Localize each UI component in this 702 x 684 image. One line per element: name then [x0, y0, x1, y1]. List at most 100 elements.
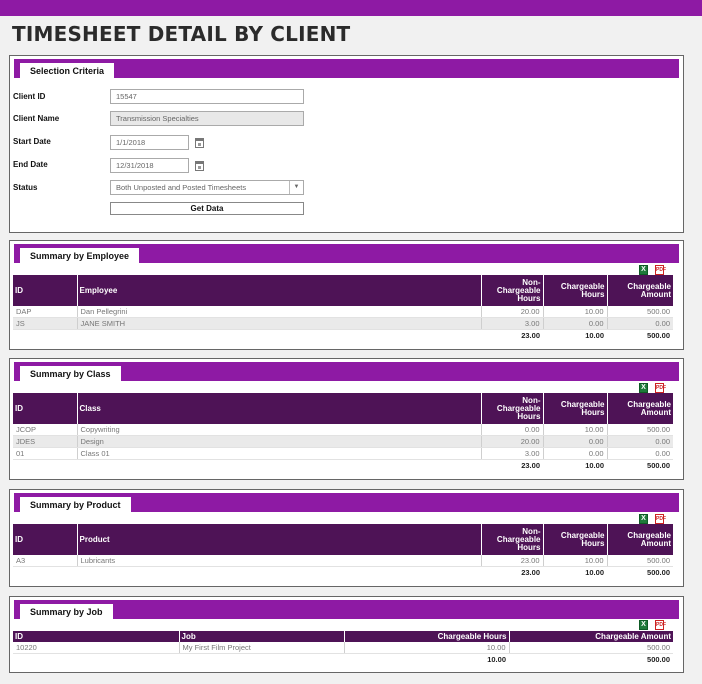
cell-chargeable-hours: 10.00: [543, 306, 608, 318]
cell-employee: JANE SMITH: [77, 317, 482, 330]
status-label: Status: [13, 183, 38, 192]
total-chargeable-amount: 500.00: [607, 566, 673, 578]
column-header-id: ID: [13, 524, 78, 555]
cell-job: My First Film Project: [179, 642, 345, 654]
table-row: DAP Dan Pellegrini 20.00 10.00 500.00: [13, 306, 673, 318]
column-header-chargeable-hours: Chargeable Hours: [543, 393, 608, 424]
cell-id: JCOP: [13, 424, 78, 436]
total-chargeable-hours: 10.00: [543, 566, 607, 578]
page-title: TIMESHEET DETAIL BY CLIENT: [12, 22, 351, 46]
start-date-input[interactable]: 1/1/2018: [110, 135, 189, 150]
table-row: 10220 My First Film Project 10.00 500.00: [13, 642, 673, 654]
cell-chargeable-amount: 0.00: [607, 317, 673, 330]
cell-chargeable-hours: 10.00: [543, 555, 608, 567]
status-select[interactable]: Both Unposted and Posted Timesheets ▼: [110, 180, 304, 195]
cell-id: JDES: [13, 435, 78, 448]
table-row: JCOP Copywriting 0.00 10.00 500.00: [13, 424, 673, 436]
client-name-label: Client Name: [13, 114, 60, 123]
total-chargeable-hours: 10.00: [543, 329, 607, 341]
chevron-down-icon[interactable]: ▼: [289, 181, 303, 194]
column-header-non-chargeable-hours: Non-Chargeable Hours: [481, 275, 544, 306]
status-selected-value: Both Unposted and Posted Timesheets: [116, 183, 247, 192]
start-date-label: Start Date: [13, 137, 51, 146]
total-chargeable-amount: 500.00: [607, 329, 673, 341]
class-table: ID Class Non-Chargeable Hours Chargeable…: [13, 393, 673, 471]
excel-export-icon[interactable]: X: [639, 620, 648, 630]
totals-row: 23.00 10.00 500.00: [13, 329, 673, 341]
cell-chargeable-amount: 500.00: [607, 555, 673, 567]
column-header-chargeable-hours: Chargeable Hours: [543, 275, 608, 306]
column-header-non-chargeable-hours: Non-Chargeable Hours: [481, 393, 544, 424]
get-data-button[interactable]: Get Data: [110, 202, 304, 215]
cell-non-chargeable-hours: 20.00: [481, 435, 544, 448]
export-icons: X PDF: [639, 620, 669, 631]
column-header-class: Class: [77, 393, 482, 424]
total-chargeable-amount: 500.00: [607, 459, 673, 471]
job-table: ID Job Chargeable Hours Chargeable Amoun…: [13, 631, 673, 665]
column-header-id: ID: [13, 275, 78, 306]
end-date-label: End Date: [13, 160, 48, 169]
cell-non-chargeable-hours: 23.00: [481, 555, 544, 567]
selection-criteria-panel: Selection Criteria Client ID 15547 Clien…: [9, 55, 684, 233]
column-header-chargeable-amount: Chargeable Amount: [607, 524, 673, 555]
column-header-product: Product: [77, 524, 482, 555]
tab-summary-by-job[interactable]: Summary by Job: [19, 603, 114, 619]
table-row: A3 Lubricants 23.00 10.00 500.00: [13, 555, 673, 567]
top-accent-bar: [0, 0, 702, 16]
end-date-input[interactable]: 12/31/2018: [110, 158, 189, 173]
panel-header-bar: Summary by Product: [14, 493, 679, 512]
table-row: JDES Design 20.00 0.00 0.00: [13, 435, 673, 448]
cell-non-chargeable-hours: 3.00: [481, 447, 544, 460]
client-name-field: Transmission Specialties: [110, 111, 304, 126]
total-non-chargeable-hours: 23.00: [481, 459, 543, 471]
panel-header-bar: Summary by Class: [14, 362, 679, 381]
cell-chargeable-amount: 500.00: [607, 424, 673, 436]
cell-employee: Dan Pellegrini: [77, 306, 482, 318]
summary-by-job-panel: Summary by Job X PDF ID Job Chargeable H…: [9, 596, 684, 673]
column-header-chargeable-hours: Chargeable Hours: [543, 524, 608, 555]
column-header-chargeable-amount: Chargeable Amount: [509, 631, 673, 642]
cell-id: 10220: [13, 642, 180, 654]
excel-export-icon[interactable]: X: [639, 514, 648, 524]
column-header-chargeable-amount: Chargeable Amount: [607, 275, 673, 306]
column-header-job: Job: [179, 631, 345, 642]
column-header-id: ID: [13, 631, 180, 642]
client-id-input[interactable]: 15547: [110, 89, 304, 104]
product-table: ID Product Non-Chargeable Hours Chargeab…: [13, 524, 673, 578]
panel-header-bar: Summary by Employee: [14, 244, 679, 263]
cell-id: A3: [13, 555, 78, 567]
end-date-calendar-icon[interactable]: [195, 161, 204, 171]
tab-summary-by-class[interactable]: Summary by Class: [19, 365, 122, 381]
cell-chargeable-hours: 0.00: [543, 447, 608, 460]
totals-row: 23.00 10.00 500.00: [13, 566, 673, 578]
tab-summary-by-employee[interactable]: Summary by Employee: [19, 247, 141, 263]
totals-row: 23.00 10.00 500.00: [13, 459, 673, 471]
pdf-export-icon[interactable]: PDF: [655, 383, 666, 393]
table-row: JS JANE SMITH 3.00 0.00 0.00: [13, 317, 673, 330]
total-chargeable-amount: 500.00: [509, 653, 673, 665]
cell-non-chargeable-hours: 20.00: [481, 306, 544, 318]
total-chargeable-hours: 10.00: [344, 653, 509, 665]
pdf-export-icon[interactable]: PDF: [655, 620, 666, 630]
start-date-calendar-icon[interactable]: [195, 138, 204, 148]
pdf-export-icon[interactable]: PDF: [655, 514, 666, 524]
summary-by-employee-panel: Summary by Employee X PDF ID Employee No…: [9, 240, 684, 350]
cell-chargeable-amount: 0.00: [607, 435, 673, 448]
pdf-export-icon[interactable]: PDF: [655, 265, 666, 275]
excel-export-icon[interactable]: X: [639, 265, 648, 275]
column-header-chargeable-hours: Chargeable Hours: [344, 631, 510, 642]
cell-id: JS: [13, 317, 78, 330]
column-header-chargeable-amount: Chargeable Amount: [607, 393, 673, 424]
cell-chargeable-amount: 500.00: [607, 306, 673, 318]
total-non-chargeable-hours: 23.00: [481, 329, 543, 341]
tab-selection-criteria[interactable]: Selection Criteria: [19, 62, 116, 78]
cell-class: Copywriting: [77, 424, 482, 436]
column-header-id: ID: [13, 393, 78, 424]
cell-class: Design: [77, 435, 482, 448]
total-chargeable-hours: 10.00: [543, 459, 607, 471]
employee-table: ID Employee Non-Chargeable Hours Chargea…: [13, 275, 673, 341]
panel-header-bar: Summary by Job: [14, 600, 679, 619]
tab-summary-by-product[interactable]: Summary by Product: [19, 496, 132, 512]
excel-export-icon[interactable]: X: [639, 383, 648, 393]
cell-chargeable-amount: 0.00: [607, 447, 673, 460]
